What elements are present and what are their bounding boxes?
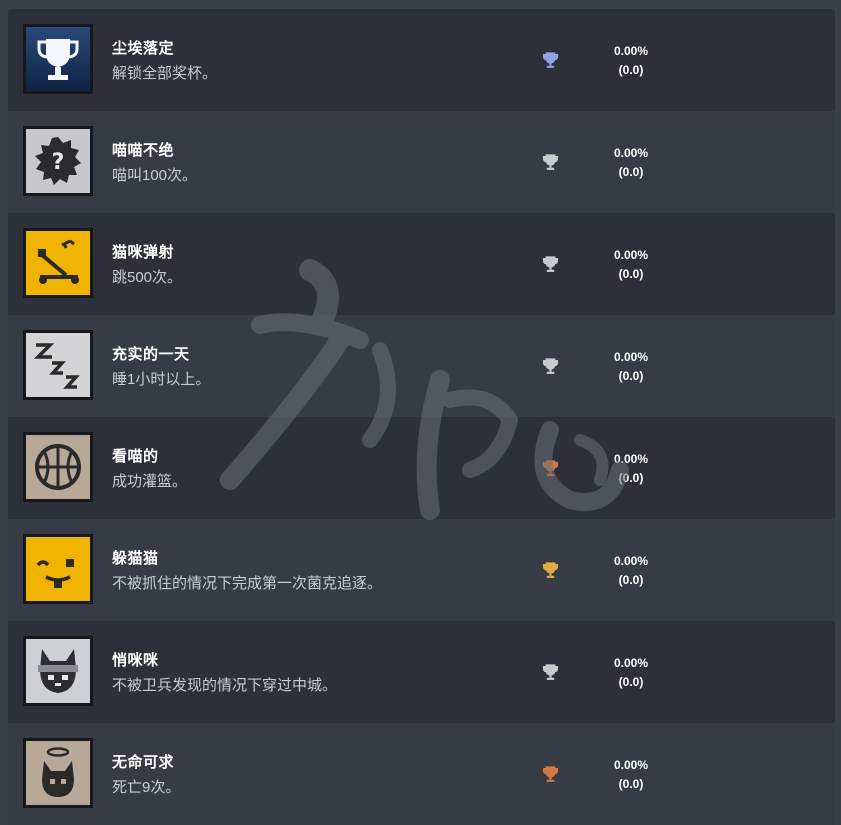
achievement-description: 睡1小时以上。: [112, 371, 211, 388]
unlock-score: (0.0): [618, 63, 644, 77]
achievement-description: 解锁全部奖杯。: [112, 65, 218, 82]
achievement-row[interactable]: 躲猫猫 不被抓住的情况下完成第一次菌克追逐。 0.00% (0.0): [8, 519, 835, 621]
unlock-percent: 0.00%: [613, 554, 649, 568]
unlock-score: (0.0): [618, 267, 644, 281]
achievement-row[interactable]: 看喵的 成功灌篮。 0.00% (0.0): [8, 417, 835, 519]
achievement-stat: 0.00% (0.0): [598, 348, 664, 386]
achievement-row[interactable]: ? 喵喵不绝 喵叫100次。 0.00% (0.0): [8, 111, 835, 213]
achievement-icon-frame: [23, 534, 93, 604]
wink-face-icon: [26, 537, 90, 601]
achievement-row[interactable]: 猫咪弹射 跳500次。 0.00% (0.0): [8, 213, 835, 315]
catapult-icon: [26, 231, 90, 295]
achievement-icon-frame: [23, 636, 93, 706]
unlock-percent: 0.00%: [613, 758, 649, 772]
achievement-title: 躲猫猫: [112, 550, 159, 567]
angel-cat-icon: [26, 741, 90, 805]
achievement-row[interactable]: 无命可求 死亡9次。 0.00% (0.0): [8, 723, 835, 825]
unlock-percent: 0.00%: [613, 248, 649, 262]
trophy-icon: [26, 27, 90, 91]
silver-trophy-icon: [542, 154, 559, 170]
unlock-score: (0.0): [618, 573, 644, 587]
achievement-title: 无命可求: [112, 754, 175, 771]
unlock-percent: 0.00%: [613, 452, 649, 466]
basketball-icon: [26, 435, 90, 499]
sleep-zzz-icon: [26, 333, 90, 397]
achievement-title: 悄咪咪: [112, 652, 159, 669]
unlock-percent: 0.00%: [613, 350, 649, 364]
achievement-description: 跳500次。: [112, 269, 183, 286]
unlock-score: (0.0): [618, 777, 644, 791]
achievement-stat: 0.00% (0.0): [598, 450, 664, 488]
achievement-description: 不被卫兵发现的情况下穿过中城。: [112, 677, 338, 694]
svg-text:?: ?: [52, 150, 65, 175]
achievement-title: 充实的一天: [112, 346, 190, 363]
unlock-score: (0.0): [618, 369, 644, 383]
achievement-stat: 0.00% (0.0): [598, 246, 664, 284]
achievement-description: 不被抓住的情况下完成第一次菌克追逐。: [112, 575, 383, 592]
achievement-row[interactable]: 尘埃落定 解锁全部奖杯。 0.00% (0.0): [8, 9, 835, 111]
achievement-title: 看喵的: [112, 448, 159, 465]
achievement-stat: 0.00% (0.0): [598, 756, 664, 794]
achievement-stat: 0.00% (0.0): [598, 42, 664, 80]
achievement-icon-frame: [23, 24, 93, 94]
platinum-trophy-icon: [542, 52, 559, 68]
unlock-score: (0.0): [618, 471, 644, 485]
silver-trophy-icon: [542, 664, 559, 680]
achievement-icon-frame: [23, 432, 93, 502]
achievement-list: 尘埃落定 解锁全部奖杯。 0.00% (0.0) ? 喵喵不绝 喵叫100次。 …: [8, 9, 835, 825]
achievement-title: 喵喵不绝: [112, 142, 175, 159]
achievement-description: 成功灌篮。: [112, 473, 188, 490]
unlock-score: (0.0): [618, 675, 644, 689]
achievement-icon-frame: [23, 228, 93, 298]
unlock-percent: 0.00%: [613, 146, 649, 160]
silver-trophy-icon: [542, 358, 559, 374]
ninja-cat-icon: [26, 639, 90, 703]
achievement-icon-frame: [23, 738, 93, 808]
achievement-description: 死亡9次。: [112, 779, 181, 796]
gold-trophy-icon: [542, 562, 559, 578]
achievement-description: 喵叫100次。: [112, 167, 198, 184]
achievement-icon-frame: [23, 330, 93, 400]
achievement-icon-frame: ?: [23, 126, 93, 196]
achievement-stat: 0.00% (0.0): [598, 552, 664, 590]
unlock-score: (0.0): [618, 165, 644, 179]
question-burst-icon: ?: [26, 129, 90, 193]
achievement-row[interactable]: 悄咪咪 不被卫兵发现的情况下穿过中城。 0.00% (0.0): [8, 621, 835, 723]
unlock-percent: 0.00%: [613, 44, 649, 58]
achievement-stat: 0.00% (0.0): [598, 144, 664, 182]
unlock-percent: 0.00%: [613, 656, 649, 670]
achievement-title: 尘埃落定: [112, 40, 175, 57]
bronze-trophy-icon: [542, 766, 559, 782]
silver-trophy-icon: [542, 256, 559, 272]
achievement-stat: 0.00% (0.0): [598, 654, 664, 692]
achievement-row[interactable]: 充实的一天 睡1小时以上。 0.00% (0.0): [8, 315, 835, 417]
bronze-trophy-icon: [542, 460, 559, 476]
achievement-title: 猫咪弹射: [112, 244, 175, 261]
